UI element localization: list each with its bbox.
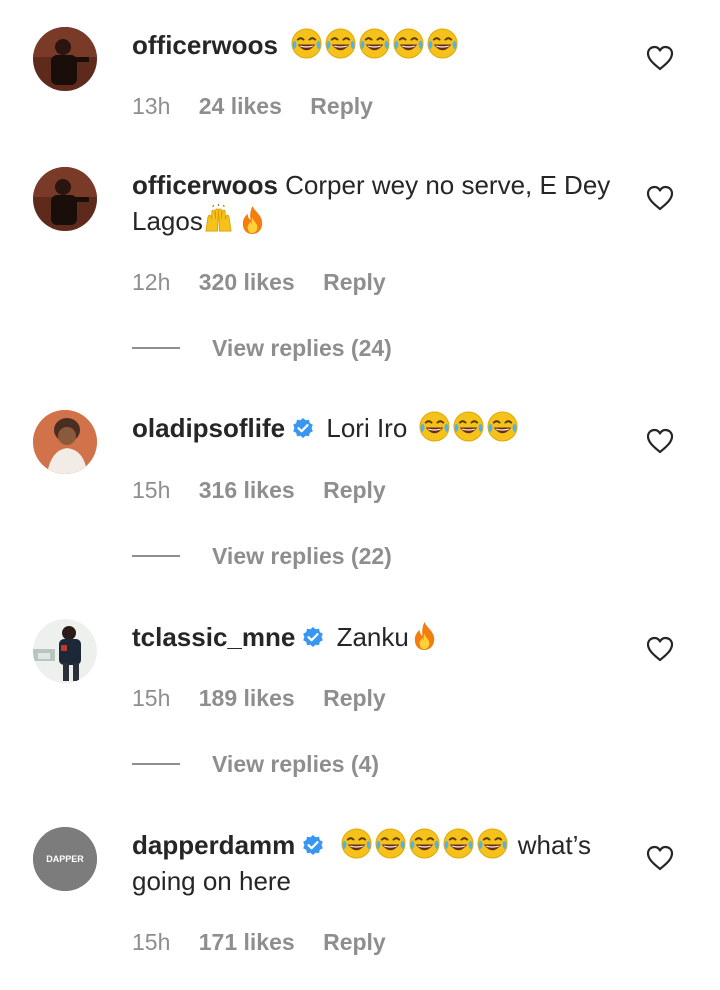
reply-button[interactable]: Reply — [323, 269, 386, 295]
username[interactable]: tclassic_mne — [132, 622, 295, 652]
likes-count[interactable]: 316 likes — [199, 477, 295, 503]
comment-body: dapperdamm what’s going on here — [132, 827, 612, 899]
divider-line — [132, 763, 180, 765]
username[interactable]: officerwoos — [132, 30, 278, 60]
avatar[interactable] — [33, 619, 97, 683]
divider-line — [132, 347, 180, 349]
avatar[interactable] — [33, 167, 97, 231]
comment-body: officerwoos — [132, 27, 612, 63]
avatar[interactable]: DAPPER — [33, 827, 97, 891]
verified-badge-icon — [291, 417, 315, 441]
view-replies-button[interactable]: View replies (4) — [132, 749, 379, 779]
face-with-tears-of-joy-icon — [341, 828, 372, 859]
comment-time: 15h — [132, 685, 171, 711]
view-replies-button[interactable]: View replies (22) — [132, 541, 392, 571]
face-with-tears-of-joy-icon — [419, 411, 450, 442]
comment-time: 15h — [132, 477, 171, 503]
reply-button[interactable]: Reply — [323, 685, 386, 711]
face-with-tears-of-joy-icon — [393, 28, 424, 59]
avatar[interactable] — [33, 27, 97, 91]
like-heart-icon[interactable] — [646, 636, 674, 662]
raising-hands-icon — [203, 204, 234, 235]
comment-time: 15h — [132, 929, 171, 955]
comment-time: 13h — [132, 93, 171, 119]
comment-meta: 15h 316 likes Reply — [132, 476, 408, 504]
comment-body: oladipsoflife Lori Iro — [132, 410, 612, 446]
face-with-tears-of-joy-icon — [325, 28, 356, 59]
reply-button[interactable]: Reply — [310, 93, 373, 119]
comment-text: Zanku — [336, 622, 409, 652]
view-replies-label[interactable]: View replies (24) — [212, 335, 392, 362]
fire-icon — [409, 620, 440, 651]
face-with-tears-of-joy-icon — [409, 828, 440, 859]
view-replies-label[interactable]: View replies (4) — [212, 751, 379, 778]
view-replies-label[interactable]: View replies (22) — [212, 543, 392, 570]
username[interactable]: dapperdamm — [132, 830, 295, 860]
comment-body: tclassic_mne Zanku — [132, 619, 612, 655]
comment-text: Lori Iro — [326, 413, 408, 443]
face-with-tears-of-joy-icon — [375, 828, 406, 859]
like-heart-icon[interactable] — [646, 845, 674, 871]
comment-meta: 12h 320 likes Reply — [132, 268, 408, 296]
fire-icon — [237, 204, 268, 235]
avatar[interactable] — [33, 410, 97, 474]
face-with-tears-of-joy-icon — [477, 828, 508, 859]
likes-count[interactable]: 24 likes — [199, 93, 282, 119]
comment-time: 12h — [132, 269, 171, 295]
likes-count[interactable]: 320 likes — [199, 269, 295, 295]
verified-badge-icon — [301, 626, 325, 650]
comment-meta: 15h 189 likes Reply — [132, 684, 408, 712]
face-with-tears-of-joy-icon — [487, 411, 518, 442]
face-with-tears-of-joy-icon — [453, 411, 484, 442]
divider-line — [132, 555, 180, 557]
username[interactable]: oladipsoflife — [132, 413, 285, 443]
comment-meta: 15h 171 likes Reply — [132, 928, 408, 956]
face-with-tears-of-joy-icon — [359, 28, 390, 59]
avatar-logo-text: DAPPER — [46, 854, 84, 864]
like-heart-icon[interactable] — [646, 428, 674, 454]
likes-count[interactable]: 189 likes — [199, 685, 295, 711]
like-heart-icon[interactable] — [646, 45, 674, 71]
comment-meta: 13h 24 likes Reply — [132, 92, 395, 120]
verified-badge-icon — [301, 834, 325, 858]
username[interactable]: officerwoos — [132, 170, 278, 200]
likes-count[interactable]: 171 likes — [199, 929, 295, 955]
face-with-tears-of-joy-icon — [427, 28, 458, 59]
view-replies-button[interactable]: View replies (24) — [132, 333, 392, 363]
reply-button[interactable]: Reply — [323, 929, 386, 955]
face-with-tears-of-joy-icon — [443, 828, 474, 859]
reply-button[interactable]: Reply — [323, 477, 386, 503]
face-with-tears-of-joy-icon — [291, 28, 322, 59]
comment-body: officerwoos Corper wey no serve, E Dey L… — [132, 167, 612, 239]
like-heart-icon[interactable] — [646, 185, 674, 211]
